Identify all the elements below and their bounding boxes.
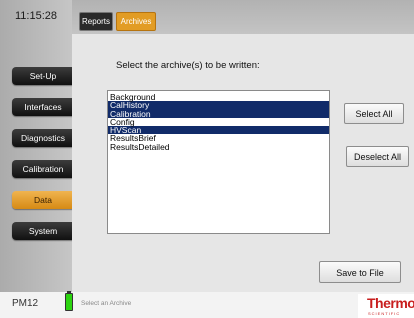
sidebar: 11:15:28 Set-Up Interfaces Diagnostics C… [0, 0, 74, 292]
archive-listbox[interactable]: Background CalHistory Calibration Config… [107, 90, 330, 234]
sidebar-item-interfaces[interactable]: Interfaces [12, 98, 74, 116]
save-to-file-button[interactable]: Save to File [319, 261, 401, 283]
battery-icon [65, 291, 73, 311]
archive-item-config[interactable]: Config [108, 117, 329, 126]
instrument-label: PM12 [12, 298, 39, 309]
status-bar: PM12 Select an Archive Thermo SCIENTIFIC [0, 291, 414, 318]
thermo-logo: Thermo SCIENTIFIC [358, 294, 414, 318]
sidebar-item-data[interactable]: Data [12, 191, 74, 209]
archive-prompt: Select the archive(s) to be written: [116, 60, 260, 71]
tab-bar: Reports Archives [72, 0, 414, 34]
tab-archives[interactable]: Archives [116, 12, 156, 31]
sidebar-item-diagnostics[interactable]: Diagnostics [12, 129, 74, 147]
logo-subtitle: SCIENTIFIC [368, 311, 401, 316]
select-all-button[interactable]: Select All [344, 103, 404, 124]
sidebar-item-setup[interactable]: Set-Up [12, 67, 74, 85]
clock: 11:15:28 [14, 10, 57, 22]
archive-item-resultsdetailed[interactable]: ResultsDetailed [108, 142, 329, 151]
deselect-all-button[interactable]: Deselect All [346, 146, 409, 167]
tab-reports[interactable]: Reports [79, 12, 113, 31]
logo-wordmark: Thermo [367, 295, 414, 311]
sidebar-item-system[interactable]: System [12, 222, 74, 240]
sidebar-item-calibration[interactable]: Calibration [12, 160, 74, 178]
status-message: Select an Archive [81, 300, 132, 307]
archive-item-calibration[interactable]: Calibration [108, 109, 329, 118]
